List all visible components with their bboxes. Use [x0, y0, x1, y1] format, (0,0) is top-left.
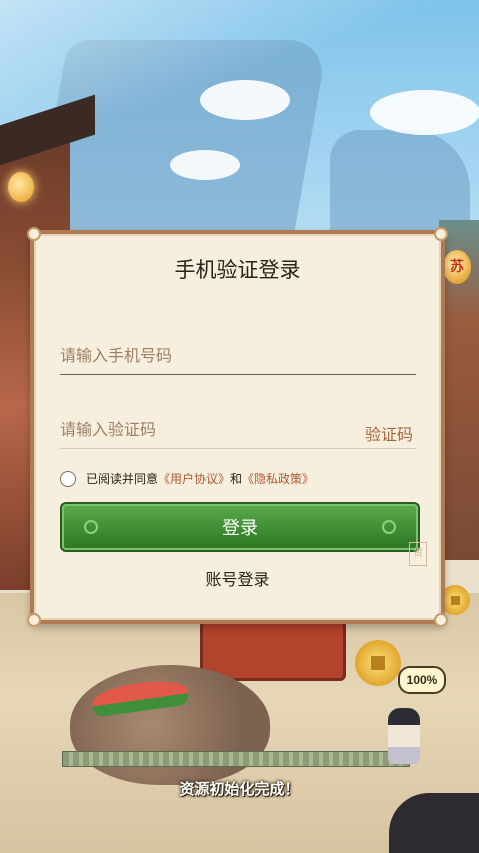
login-panel: 手机验证登录 验证码 已阅读并同意 《用户协议》 和 《隐私政策》 登录 贵 账… — [27, 227, 448, 627]
loading-status-text: 资源初始化完成！ — [179, 780, 300, 798]
login-button-label: 登录 — [222, 518, 258, 539]
seal-stamp-icon: 贵 — [409, 542, 427, 566]
progress-percent-badge: 100% — [398, 666, 446, 694]
agreement-and: 和 — [230, 472, 243, 486]
login-button[interactable]: 登录 — [60, 502, 420, 552]
button-ornament-icon — [382, 520, 396, 534]
button-ornament-icon — [84, 520, 98, 534]
privacy-policy-link[interactable]: 《隐私政策》 — [242, 470, 314, 487]
verification-code-input[interactable] — [60, 410, 416, 449]
black-cat-icon — [389, 793, 479, 853]
account-login-link[interactable]: 账号登录 — [34, 566, 441, 590]
lantern-icon: 苏 — [443, 250, 471, 284]
user-agreement-link[interactable]: 《用户协议》 — [158, 470, 230, 487]
agreement-checkbox[interactable] — [60, 470, 76, 487]
get-code-button[interactable]: 验证码 — [365, 421, 413, 445]
agreement-prefix: 已阅读并同意 — [86, 472, 159, 486]
phone-input[interactable] — [60, 336, 416, 375]
loading-progress-bar — [62, 751, 410, 767]
agreement-row: 已阅读并同意 《用户协议》 和 《隐私政策》 — [60, 470, 314, 487]
lantern-icon — [8, 172, 34, 202]
coin-icon — [355, 640, 401, 686]
hero-character-icon — [388, 708, 420, 764]
crate — [200, 620, 346, 681]
loading-progress-fill — [63, 752, 409, 766]
page-title: 手机验证登录 — [174, 258, 301, 282]
